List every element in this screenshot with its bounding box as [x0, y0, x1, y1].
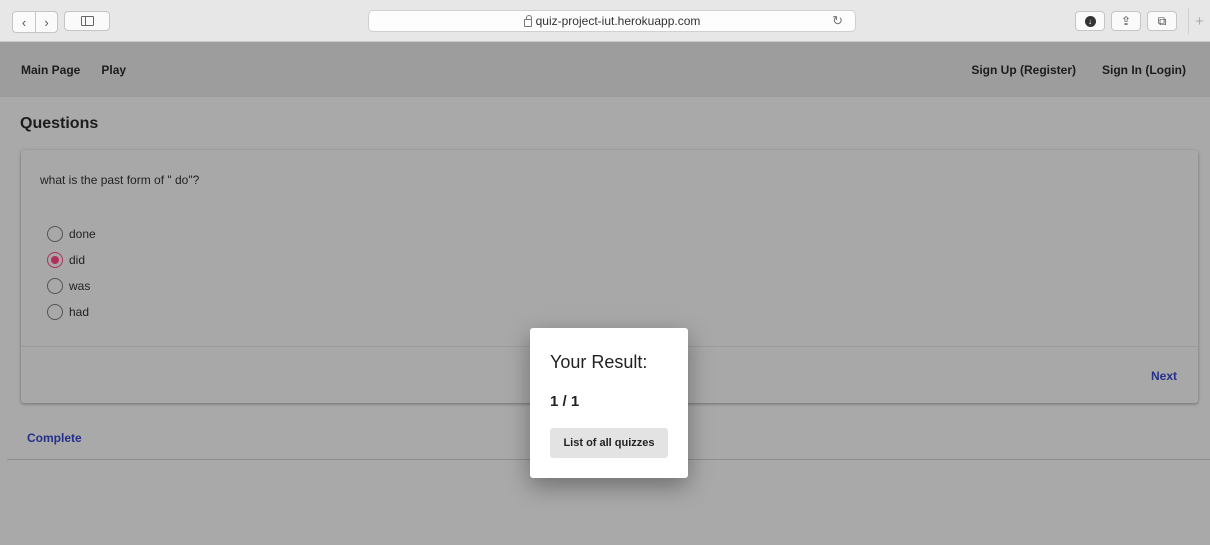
address-bar[interactable]: quiz-project-iut.herokuapp.com ↻	[368, 10, 856, 32]
sidebar-toggle-button[interactable]	[64, 11, 110, 31]
url-text: quiz-project-iut.herokuapp.com	[535, 14, 701, 28]
reload-icon[interactable]: ↻	[832, 13, 843, 29]
tabs-overview-button[interactable]: ⧉	[1147, 11, 1177, 31]
radio-button[interactable]	[47, 304, 63, 320]
option-was[interactable]: was	[47, 273, 96, 299]
chevron-right-icon: ›	[44, 14, 49, 30]
result-score: 1 / 1	[550, 393, 580, 410]
result-dialog: Your Result: 1 / 1 List of all quizzes	[530, 328, 688, 478]
chevron-left-icon: ‹	[21, 14, 27, 30]
plus-icon: +	[1195, 12, 1204, 30]
option-did[interactable]: did	[47, 247, 96, 273]
share-button[interactable]: ⇪	[1111, 11, 1141, 31]
option-had[interactable]: had	[47, 299, 96, 325]
history-nav: ‹ ›	[12, 11, 58, 33]
complete-button[interactable]: Complete	[27, 431, 82, 445]
share-icon: ⇪	[1120, 14, 1132, 28]
list-all-quizzes-button[interactable]: List of all quizzes	[550, 428, 668, 458]
option-label: did	[69, 253, 86, 267]
result-title: Your Result:	[550, 352, 648, 372]
nav-play-link[interactable]: Play	[101, 63, 126, 77]
next-button[interactable]: Next	[1151, 369, 1177, 383]
nav-sign-in-link[interactable]: Sign In (Login)	[1102, 63, 1186, 77]
nav-auth-links: Sign Up (Register) Sign In (Login)	[971, 63, 1186, 77]
nav-main-page-link[interactable]: Main Page	[21, 63, 80, 77]
radio-button-selected[interactable]	[47, 252, 63, 268]
forward-button[interactable]: ›	[35, 12, 57, 32]
app-navbar: Main Page Play Sign Up (Register) Sign I…	[0, 42, 1210, 97]
option-done[interactable]: done	[47, 221, 96, 247]
page-title: Questions	[20, 115, 99, 132]
downloads-button[interactable]: ↓	[1075, 11, 1105, 31]
back-button[interactable]: ‹	[13, 12, 35, 32]
nav-sign-up-link[interactable]: Sign Up (Register)	[971, 63, 1076, 77]
radio-button[interactable]	[47, 226, 63, 242]
new-tab-button[interactable]: +	[1188, 8, 1210, 34]
answer-options: done did was had	[47, 221, 96, 325]
option-label: done	[69, 227, 96, 241]
lock-icon	[523, 15, 532, 27]
option-label: had	[69, 305, 90, 319]
browser-toolbar: ‹ › quiz-project-iut.herokuapp.com ↻ ↓ ⇪…	[0, 0, 1210, 42]
download-icon: ↓	[1084, 15, 1096, 27]
tabs-icon: ⧉	[1157, 13, 1167, 28]
radio-button[interactable]	[47, 278, 63, 294]
question-text: what is the past form of " do"?	[40, 173, 200, 187]
option-label: was	[69, 279, 91, 293]
sidebar-icon	[80, 16, 94, 26]
